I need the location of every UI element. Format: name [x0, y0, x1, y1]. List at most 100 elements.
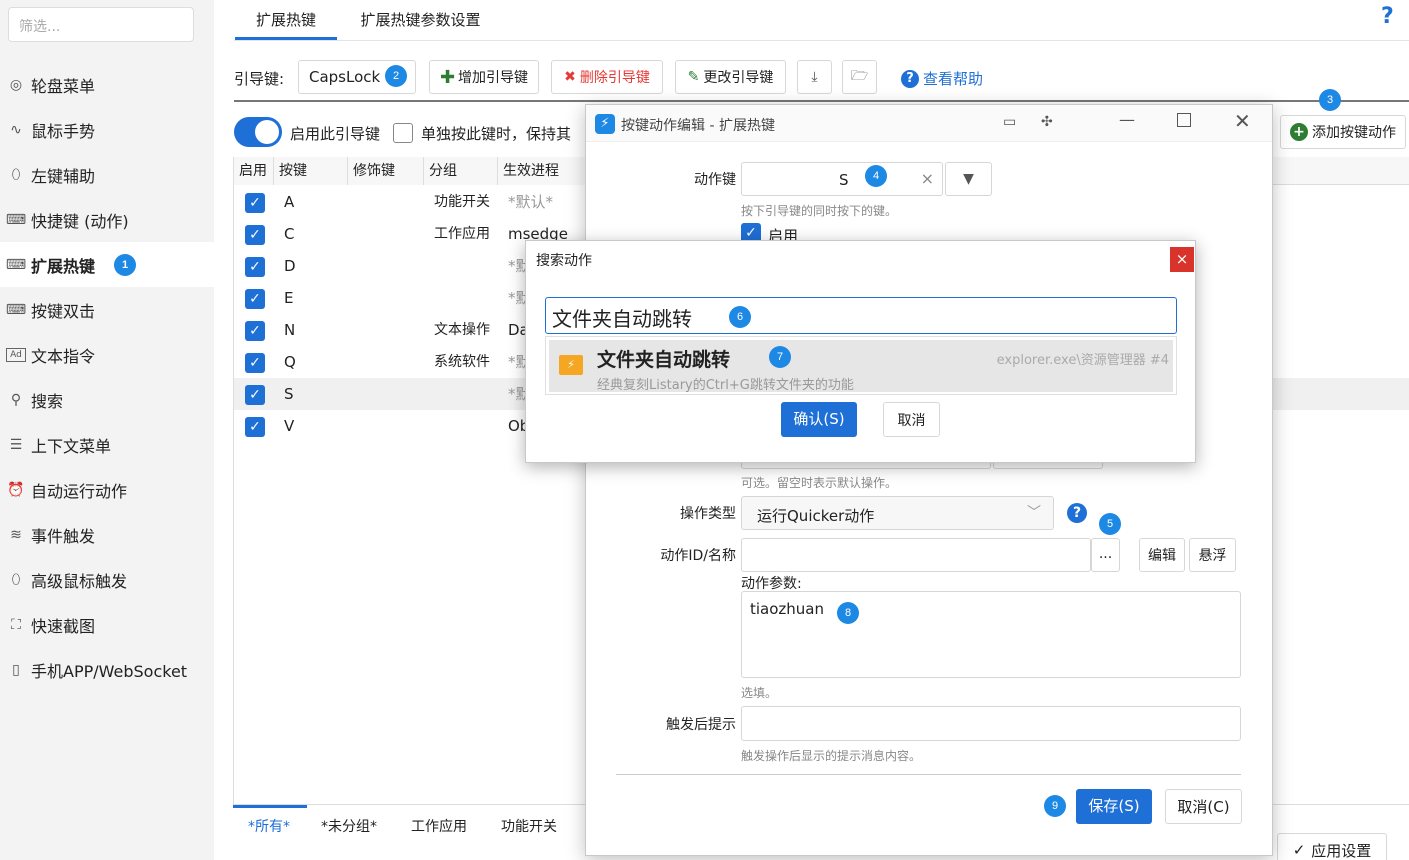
row-enabled-checkbox[interactable]: ✓: [245, 192, 265, 213]
result-title: 文件夹自动跳转: [597, 349, 731, 371]
sidebar-item-8[interactable]: ☰ 上下文菜单: [0, 422, 214, 467]
row-key: N: [284, 321, 296, 339]
help-icon[interactable]: ?: [1381, 4, 1394, 29]
action-key-hint: 按下引导键的同时按下的键。: [741, 204, 898, 218]
badge-8: 8: [837, 602, 859, 624]
editor-footer-divider: [616, 774, 1241, 775]
single-press-checkbox[interactable]: [393, 123, 413, 143]
after-tip-input[interactable]: [741, 706, 1241, 741]
badge-2: 2: [385, 65, 407, 87]
single-press-label: 单独按此键时，保持其: [421, 125, 572, 143]
row-enabled-checkbox[interactable]: ✓: [245, 288, 265, 309]
tab-hotkey-params[interactable]: 扩展热键参数设置: [343, 0, 498, 40]
bottom-tab-work[interactable]: 工作应用: [411, 816, 467, 836]
sidebar-item-5[interactable]: ⌨ 按键双击: [0, 287, 214, 332]
toolbar-divider: [234, 100, 1409, 102]
bottom-tab-toggle[interactable]: 功能开关: [501, 816, 557, 836]
row-enabled-checkbox[interactable]: ✓: [245, 352, 265, 373]
sidebar-item-1[interactable]: ∿ 鼠标手势: [0, 107, 214, 152]
row-process: *默认*: [508, 193, 554, 211]
row-group: 功能开关: [434, 194, 490, 210]
sidebar-item-11[interactable]: ⬯ 高级鼠标触发: [0, 557, 214, 602]
tab-extended-hotkeys[interactable]: 扩展热键: [235, 0, 337, 40]
bottom-tab-all[interactable]: *所有*: [248, 816, 290, 836]
save-button[interactable]: 保存(S): [1076, 789, 1152, 824]
row-enabled-checkbox[interactable]: ✓: [245, 320, 265, 341]
row-enabled-checkbox[interactable]: ✓: [245, 256, 265, 277]
close-icon[interactable]: ✕: [1234, 109, 1251, 133]
action-key-dropdown[interactable]: ▼: [945, 162, 992, 196]
row-enabled-checkbox[interactable]: ✓: [245, 416, 265, 437]
maximize-icon[interactable]: [1177, 113, 1191, 127]
search-confirm-button[interactable]: 确认(S): [781, 402, 857, 437]
col-process[interactable]: 生效进程: [498, 157, 588, 185]
search-input[interactable]: 文件夹自动跳转: [545, 297, 1177, 334]
apply-settings-button[interactable]: ✓ 应用设置: [1277, 833, 1387, 860]
add-circle-icon: +: [1290, 123, 1308, 141]
col-key[interactable]: 按键: [274, 157, 348, 185]
sidebar-item-label: 扩展热键: [31, 256, 96, 276]
col-modifier[interactable]: 修饰键: [348, 157, 424, 185]
action-editor-dialog: ⚡ 按键动作编辑 - 扩展热键 ▭ ✣ — ✕ 动作键 S × 4 ▼ 按下引导…: [585, 104, 1273, 856]
sidebar-item-10[interactable]: ≋ 事件触发: [0, 512, 214, 557]
action-edit-button[interactable]: 编辑: [1139, 538, 1185, 572]
table-header-tail: [1273, 157, 1409, 185]
params-label: 动作参数:: [741, 576, 802, 592]
after-tip-label: 触发后提示: [666, 717, 736, 733]
col-group[interactable]: 分组: [424, 157, 498, 185]
sidebar-item-13[interactable]: ▯ 手机APP/WebSocket: [0, 647, 214, 692]
wheel-icon: ◎: [9, 76, 23, 93]
result-source: explorer.exe\资源管理器 #4: [996, 353, 1169, 368]
row-key: V: [284, 417, 295, 435]
clear-icon[interactable]: ×: [921, 169, 934, 188]
sidebar-item-6[interactable]: Ad 文本指令: [0, 332, 214, 377]
action-float-button[interactable]: 悬浮: [1189, 538, 1236, 572]
minimize-icon[interactable]: —: [1119, 110, 1135, 129]
sidebar-item-12[interactable]: ⛶ 快速截图: [0, 602, 214, 647]
search-cancel-button[interactable]: 取消: [883, 402, 940, 437]
sidebar-item-label: 自动运行动作: [31, 481, 128, 501]
sidebar-item-4[interactable]: ⌨ 扩展热键 1: [0, 242, 214, 287]
sidebar-item-2[interactable]: ⬯ 左键辅助: [0, 152, 214, 197]
sidebar-item-7[interactable]: ⚲ 搜索: [0, 377, 214, 422]
params-textarea[interactable]: tiaozhuan: [741, 591, 1241, 678]
view-help-label: 查看帮助: [923, 70, 984, 88]
gesture-icon: ∿: [10, 121, 22, 138]
sidebar-item-3[interactable]: ⌨ 快捷键 (动作): [0, 197, 214, 242]
view-help-link[interactable]: ? 查看帮助: [901, 68, 983, 89]
badge-4: 4: [865, 165, 887, 187]
col-enabled[interactable]: 启用: [234, 157, 274, 185]
editor-title: 按键动作编辑 - 扩展热键: [621, 118, 775, 134]
pin-icon[interactable]: ✣: [1041, 114, 1053, 130]
row-enabled-checkbox[interactable]: ✓: [245, 384, 265, 405]
sidebar-item-label: 快捷键 (动作): [31, 211, 129, 231]
edit-lead-key-button[interactable]: ✎ 更改引导键: [675, 60, 786, 94]
enable-lead-toggle[interactable]: [234, 117, 282, 147]
search-results-list: ⚡ 文件夹自动跳转 7 经典复刻Listary的Ctrl+G跳转文件夹的功能 e…: [545, 336, 1177, 395]
sidebar-item-0[interactable]: ◎ 轮盘菜单: [0, 62, 214, 107]
bottom-tab-indicator: [233, 805, 307, 808]
table-row[interactable]: ✓ A 功能开关 *默认*: [234, 186, 594, 218]
op-type-select[interactable]: 运行Quicker动作 ﹀: [741, 496, 1054, 530]
bottom-tab-ungrouped[interactable]: *未分组*: [321, 816, 377, 836]
delete-lead-key-button[interactable]: ✖ 删除引导键: [551, 60, 663, 94]
badge-5: 5: [1099, 513, 1121, 535]
search-close-button[interactable]: ×: [1170, 247, 1194, 272]
window-switch-icon[interactable]: ▭: [1003, 114, 1016, 130]
sidebar-item-label: 左键辅助: [31, 166, 96, 186]
action-browse-button[interactable]: ...: [1091, 538, 1120, 572]
filter-input[interactable]: 筛选...: [8, 7, 194, 42]
action-id-input[interactable]: [741, 538, 1091, 572]
add-lead-key-button[interactable]: ✚ 增加引导键: [429, 60, 539, 94]
download-button[interactable]: ⤓: [797, 60, 832, 94]
sidebar-item-9[interactable]: ⏰ 自动运行动作: [0, 467, 214, 512]
keyboard-icon: ⌨: [5, 256, 27, 273]
add-key-action-button[interactable]: + 添加按键动作: [1280, 115, 1406, 149]
action-key-input[interactable]: S ×: [741, 162, 943, 196]
op-type-help-icon[interactable]: ?: [1067, 503, 1087, 523]
mouse-icon: ⬯: [11, 166, 21, 183]
row-enabled-checkbox[interactable]: ✓: [245, 224, 265, 245]
editor-cancel-button[interactable]: 取消(C): [1165, 789, 1242, 824]
open-folder-button[interactable]: 🗁: [842, 60, 877, 94]
sidebar-item-label: 快速截图: [31, 616, 96, 636]
